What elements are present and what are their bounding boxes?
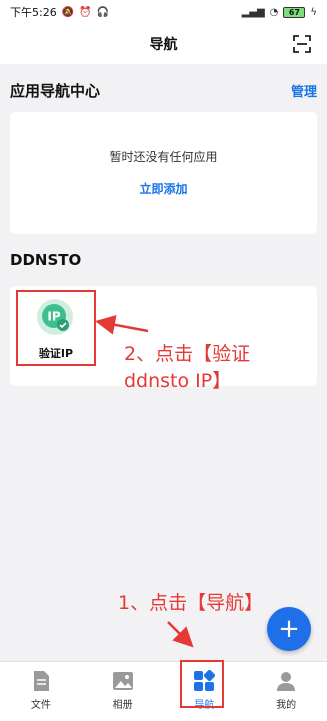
tab-label-files: 文件 [30, 700, 51, 711]
file-icon [33, 671, 49, 691]
tab-photos[interactable]: 相册 [82, 662, 164, 721]
tab-profile[interactable]: 我的 [245, 662, 327, 721]
annotation-step1: 1、点击【导航】 [118, 592, 264, 614]
person-icon [277, 672, 296, 691]
tab-label-profile: 我的 [276, 700, 297, 711]
image-icon [112, 672, 133, 690]
bottom-tab-bar: 文件 相册 导航 我的 [0, 661, 327, 721]
nav-tab-highlight-box [180, 660, 224, 708]
arrow-to-nav-tab [167, 621, 194, 648]
tab-label-photos: 相册 [112, 700, 133, 711]
arrow-to-app-tile [95, 314, 149, 335]
add-fab-button[interactable]: + [267, 607, 311, 651]
tab-files[interactable]: 文件 [0, 662, 82, 721]
annotation-step2-line1: 2、点击【验证 [124, 343, 251, 365]
annotation-step2-line2: ddnsto IP】 [124, 370, 232, 392]
